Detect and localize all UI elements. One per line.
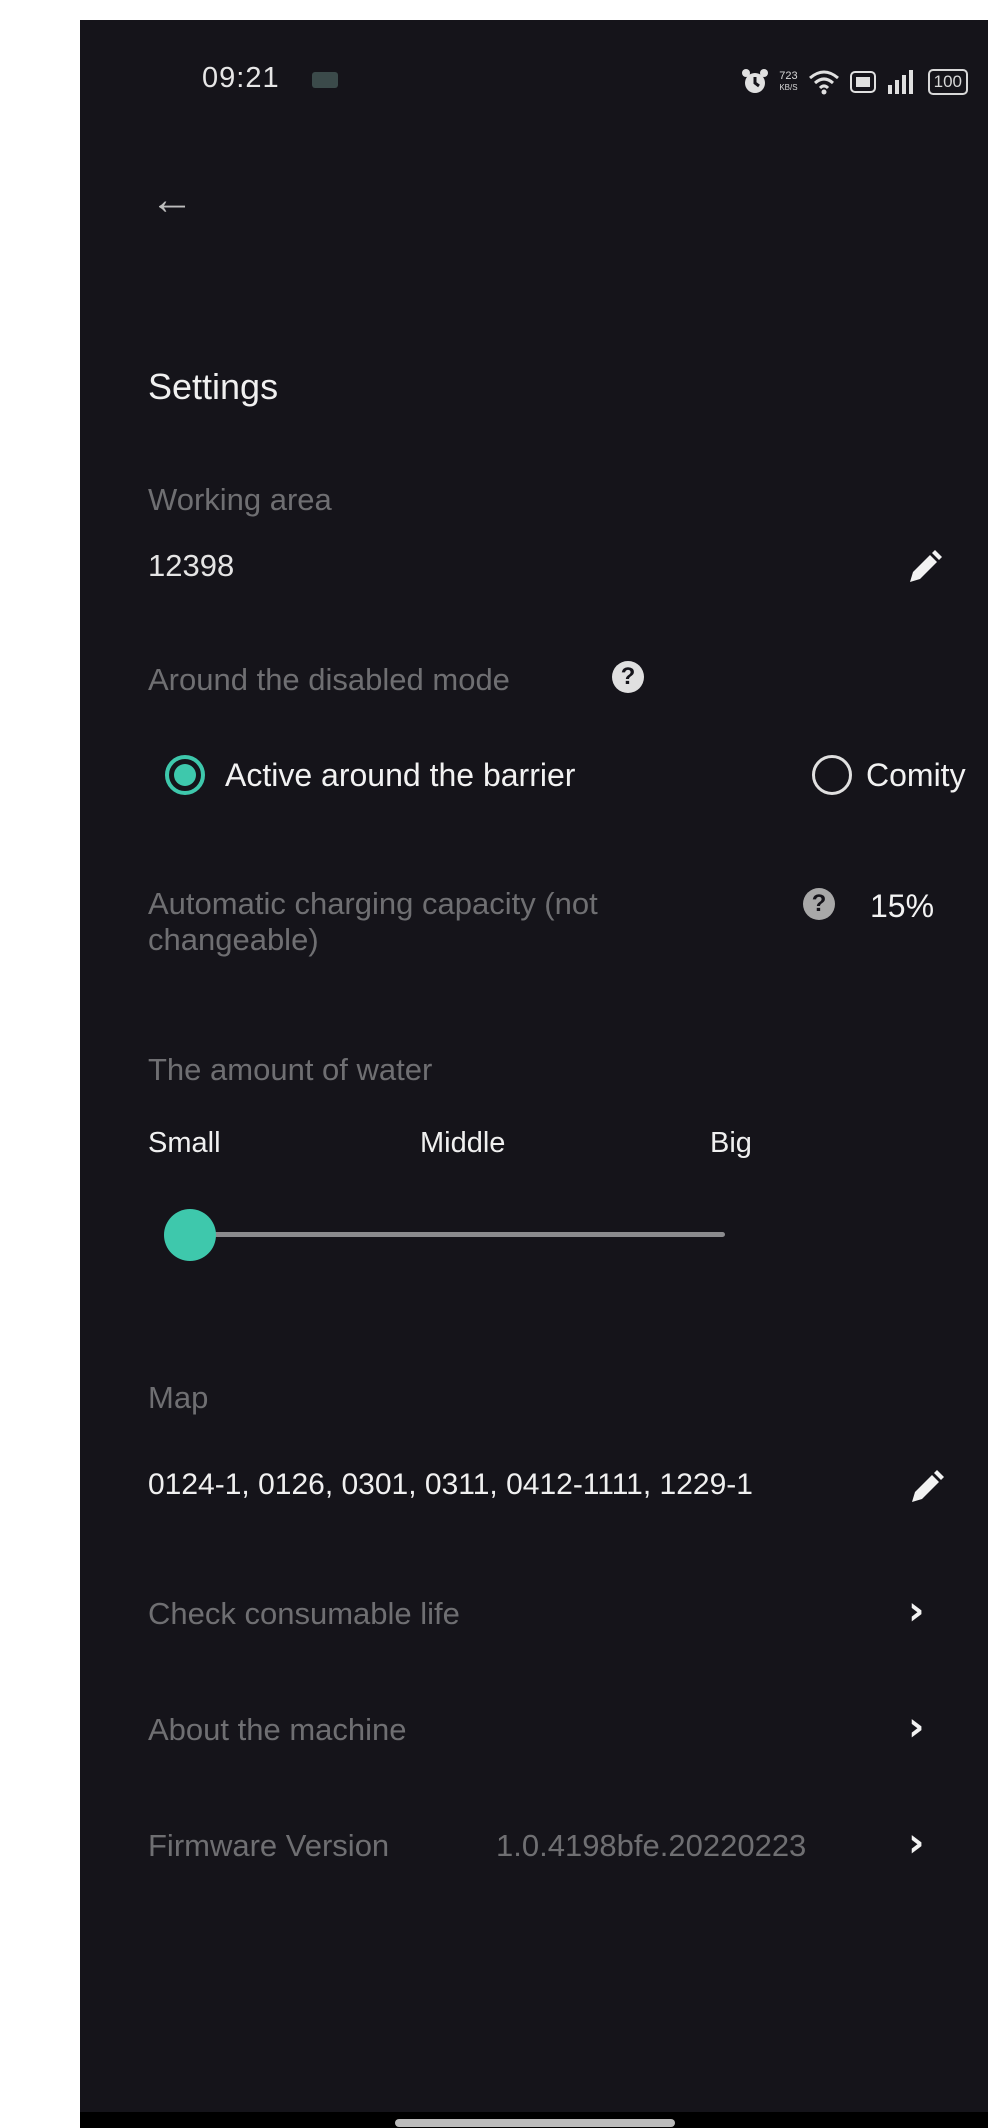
- charging-capacity-label: Automatic charging capacity (not changea…: [148, 886, 598, 957]
- network-speed-value: 723: [779, 70, 798, 82]
- consumable-life-row[interactable]: Check consumable life ›: [80, 1580, 988, 1650]
- water-level-small[interactable]: Small: [148, 1127, 221, 1160]
- edit-map-icon[interactable]: [906, 1468, 946, 1508]
- working-area-value: 12398: [148, 548, 235, 583]
- page-title: Settings: [148, 366, 279, 407]
- charging-help-icon[interactable]: ?: [803, 888, 835, 920]
- notification-icon: [312, 72, 338, 88]
- firmware-version-row[interactable]: Firmware Version 1.0.4198bfe.20220223 ›: [80, 1812, 988, 1882]
- edit-working-area-icon[interactable]: [904, 548, 944, 588]
- water-level-big[interactable]: Big: [710, 1127, 752, 1160]
- radio-unselected-icon[interactable]: [812, 755, 852, 795]
- alarm-icon: [742, 69, 769, 93]
- chevron-right-icon: ›: [908, 1588, 925, 1634]
- network-speed: 723 KB/S: [779, 70, 797, 94]
- status-icons: 723 KB/S 100: [741, 68, 968, 96]
- battery-icon: 100: [927, 69, 968, 95]
- map-value: 0124-1, 0126, 0301, 0311, 0412-1111, 122…: [148, 1468, 753, 1501]
- firmware-version-value: 1.0.4198bfe.20220223: [496, 1828, 807, 1863]
- chevron-right-icon: ›: [908, 1820, 925, 1866]
- about-machine-row[interactable]: About the machine ›: [80, 1696, 988, 1766]
- radio-label-active-barrier: Active around the barrier: [225, 756, 576, 793]
- firmware-version-label: Firmware Version: [148, 1828, 390, 1863]
- hd-icon: [849, 71, 876, 93]
- chevron-right-icon: ›: [908, 1704, 925, 1750]
- disabled-mode-help-icon[interactable]: ?: [612, 661, 644, 693]
- wifi-icon: [808, 70, 839, 95]
- map-label: Map: [148, 1380, 209, 1415]
- back-arrow-icon[interactable]: ←: [150, 178, 194, 222]
- radio-option-comity[interactable]: Comity: [812, 755, 966, 795]
- about-machine-label: About the machine: [148, 1712, 407, 1747]
- signal-icon: [887, 70, 913, 94]
- water-slider-track[interactable]: [190, 1232, 725, 1237]
- radio-selected-icon[interactable]: [165, 755, 205, 795]
- consumable-life-label: Check consumable life: [148, 1596, 460, 1631]
- status-time: 09:21: [202, 62, 280, 94]
- water-slider-thumb[interactable]: [164, 1209, 216, 1261]
- disabled-mode-label: Around the disabled mode: [148, 662, 510, 697]
- radio-label-comity: Comity: [866, 756, 966, 793]
- radio-option-active-barrier[interactable]: Active around the barrier: [165, 755, 575, 795]
- home-indicator[interactable]: [395, 2119, 675, 2127]
- working-area-label: Working area: [148, 482, 332, 517]
- network-speed-unit: KB/S: [779, 83, 798, 92]
- water-amount-label: The amount of water: [148, 1052, 433, 1087]
- app-screen: 09:21 723 KB/S 100 ← Settings Working ar…: [80, 20, 988, 2128]
- charging-capacity-value: 15%: [870, 888, 935, 924]
- water-level-middle[interactable]: Middle: [420, 1127, 505, 1160]
